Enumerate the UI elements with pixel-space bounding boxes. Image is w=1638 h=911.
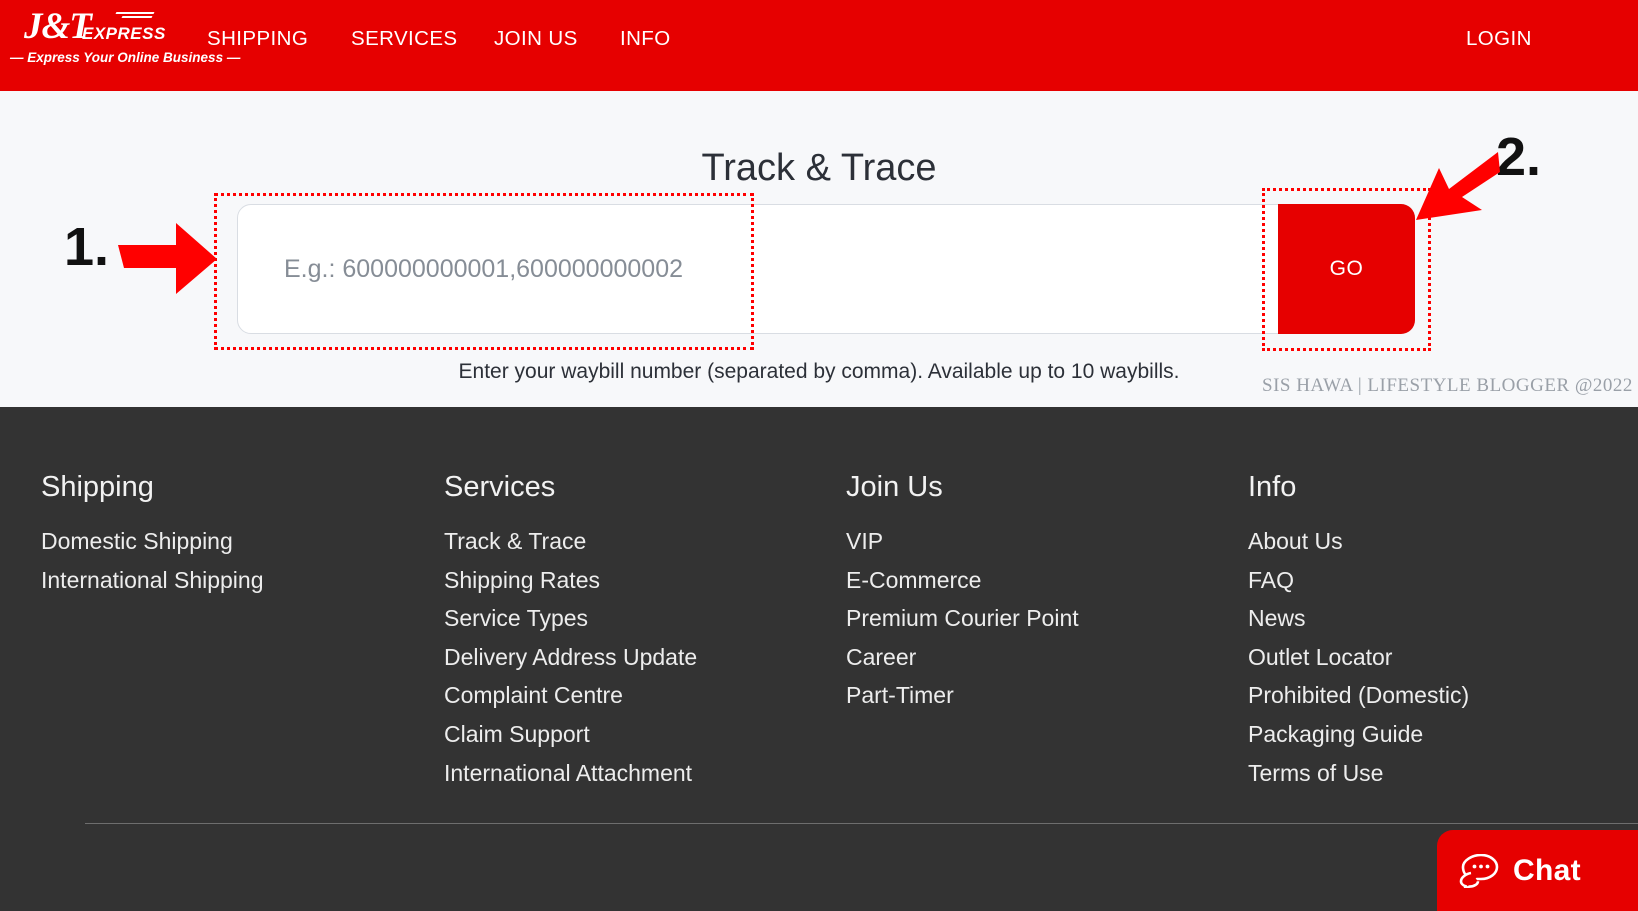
footer-link-e-commerce[interactable]: E-Commerce [846,561,1079,600]
page-title: Track & Trace [701,147,937,189]
footer-link-international-shipping[interactable]: International Shipping [41,561,264,600]
login-button[interactable]: LOGIN [1466,27,1532,51]
footer-link-complaint-centre[interactable]: Complaint Centre [444,676,697,715]
footer-link-news[interactable]: News [1248,599,1469,638]
footer-link-packaging-guide[interactable]: Packaging Guide [1248,715,1469,754]
footer-heading: Services [444,471,556,503]
page-root: J&T EXPRESS — Express Your Online Busine… [0,0,1638,911]
chat-bubble-icon [1459,853,1499,888]
footer-link-shipping-rates[interactable]: Shipping Rates [444,561,697,600]
footer-heading: Shipping [41,471,154,503]
nav-item-join-us[interactable]: JOIN US [494,27,578,51]
logo-express-text: EXPRESS [82,24,166,43]
footer-link-international-attachment[interactable]: International Attachment [444,754,697,793]
logo-tagline: — Express Your Online Business — [10,50,241,65]
go-button[interactable]: GO [1278,204,1415,334]
footer-link-service-types[interactable]: Service Types [444,599,697,638]
logo-mark-text: J&T [24,6,92,47]
site-header: J&T EXPRESS — Express Your Online Busine… [0,0,1638,91]
annotation-number-2: 2. [1496,127,1542,187]
annotation-number-1: 1. [64,217,110,277]
footer-link-prohibited-domestic[interactable]: Prohibited (Domestic) [1248,676,1469,715]
footer-link-vip[interactable]: VIP [846,522,1079,561]
footer-link-terms-of-use[interactable]: Terms of Use [1248,754,1469,793]
footer-heading: Info [1248,471,1297,503]
footer-link-career[interactable]: Career [846,638,1079,677]
chat-label: Chat [1513,853,1581,887]
site-footer: Shipping Domestic Shipping International… [0,407,1638,911]
footer-link-track-trace[interactable]: Track & Trace [444,522,697,561]
footer-column-services: Services Track & Trace Shipping Rates Se… [444,471,697,792]
footer-divider [85,823,1638,824]
footer-column-join-us: Join Us VIP E-Commerce Premium Courier P… [846,471,1079,715]
nav-item-services[interactable]: SERVICES [351,27,458,51]
footer-link-faq[interactable]: FAQ [1248,561,1469,600]
logo-swoosh-icon [112,12,155,21]
jt-express-logo[interactable]: J&T EXPRESS — Express Your Online Busine… [8,6,240,70]
footer-link-about-us[interactable]: About Us [1248,522,1469,561]
nav-item-shipping[interactable]: SHIPPING [207,27,308,51]
footer-link-claim-support[interactable]: Claim Support [444,715,697,754]
waybill-input[interactable] [238,205,1278,333]
waybill-search-container: GO [237,204,1415,334]
nav-item-info[interactable]: INFO [620,27,671,51]
track-trace-section: Track & Trace GO Enter your waybill numb… [0,91,1638,407]
footer-heading: Join Us [846,471,943,503]
footer-column-shipping: Shipping Domestic Shipping International… [41,471,264,599]
image-watermark: SIS HAWA | LIFESTYLE BLOGGER @2022 [1262,375,1633,396]
footer-column-info: Info About Us FAQ News Outlet Locator Pr… [1248,471,1469,792]
footer-link-premium-courier-point[interactable]: Premium Courier Point [846,599,1079,638]
chat-button[interactable]: Chat [1437,830,1638,911]
footer-link-outlet-locator[interactable]: Outlet Locator [1248,638,1469,677]
footer-link-domestic-shipping[interactable]: Domestic Shipping [41,522,264,561]
footer-link-part-timer[interactable]: Part-Timer [846,676,1079,715]
footer-link-delivery-address-update[interactable]: Delivery Address Update [444,638,697,677]
